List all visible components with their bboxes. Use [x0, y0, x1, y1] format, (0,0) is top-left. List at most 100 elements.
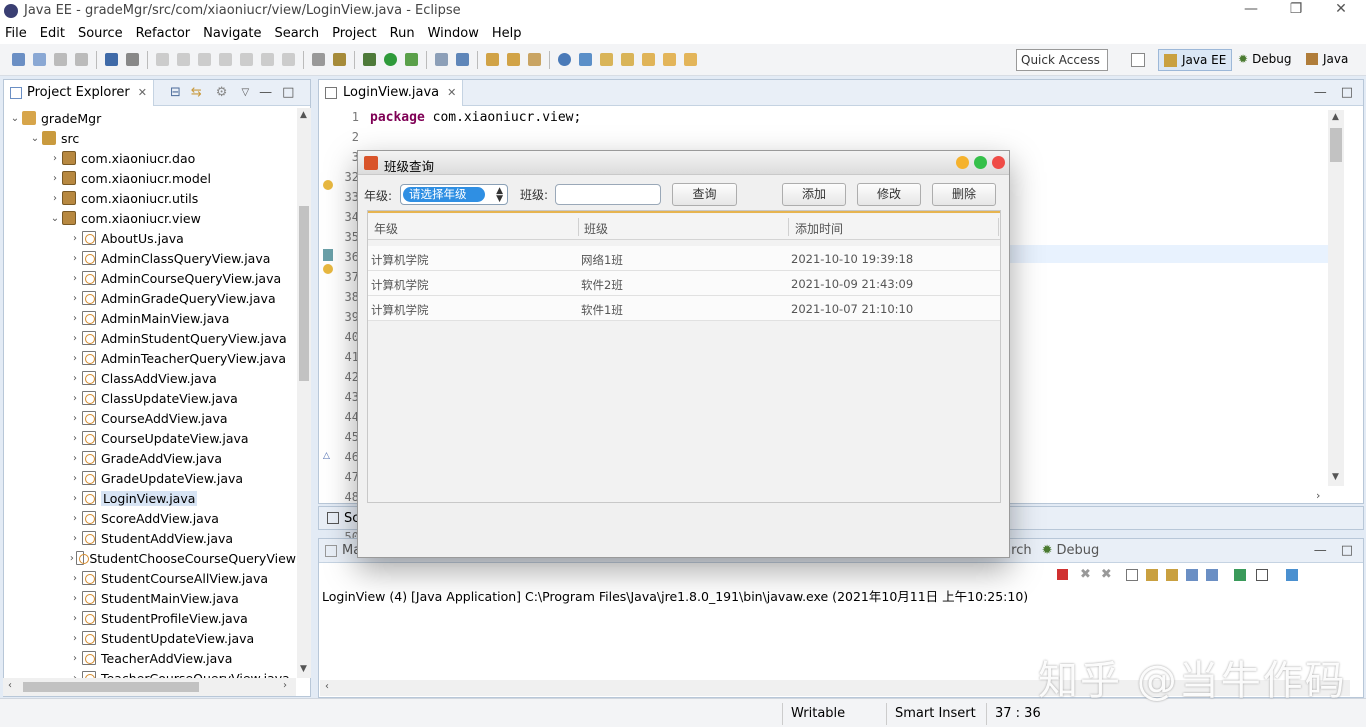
add-button[interactable]: 添加	[782, 183, 846, 206]
scroll-up-icon[interactable]: ▲	[300, 110, 307, 120]
clear-console-icon[interactable]	[1125, 568, 1138, 581]
filter-icon[interactable]: ⚙	[216, 85, 228, 100]
table-row[interactable]: 计算机学院 软件2班 2021-10-09 21:43:09	[368, 271, 1000, 296]
scroll-left-icon[interactable]: ‹	[325, 681, 329, 692]
word-wrap-icon[interactable]	[1165, 568, 1178, 581]
table-row[interactable]: 计算机学院 网络1班 2021-10-10 19:39:18	[368, 246, 1000, 271]
table-row[interactable]: 计算机学院 软件1班 2021-10-07 21:10:10	[368, 296, 1000, 321]
tree-item-file[interactable]: › AboutUs.java	[4, 228, 296, 248]
chevron-right-icon[interactable]: ›	[68, 513, 82, 524]
column-divider[interactable]	[578, 218, 579, 236]
chevron-right-icon[interactable]: ›	[68, 353, 82, 364]
remove-all-icon[interactable]: ✖	[1101, 567, 1112, 582]
debug-icon[interactable]	[363, 53, 376, 66]
menu-navigate[interactable]: Navigate	[203, 26, 261, 41]
menu-project[interactable]: Project	[332, 26, 376, 41]
run-icon[interactable]	[384, 53, 397, 66]
chevron-down-icon[interactable]: ⌄	[48, 213, 62, 224]
chevron-right-icon[interactable]: ›	[68, 453, 82, 464]
tree-item-file[interactable]: › ClassUpdateView.java	[4, 388, 296, 408]
minimize-view-icon[interactable]: —	[1314, 543, 1327, 558]
chevron-right-icon[interactable]: ›	[68, 253, 82, 264]
chevron-right-icon[interactable]: ›	[68, 613, 82, 624]
tree-item-file[interactable]: › LoginView.java	[4, 488, 296, 508]
chevron-right-icon[interactable]: ›	[68, 593, 82, 604]
column-header-grade[interactable]: 年级	[374, 220, 398, 237]
tree-item-file[interactable]: › CourseUpdateView.java	[4, 428, 296, 448]
chevron-down-icon[interactable]: ⌄	[8, 113, 22, 124]
tree-item-file[interactable]: › GradeUpdateView.java	[4, 468, 296, 488]
toggle-block-icon[interactable]	[312, 53, 325, 66]
scroll-lock-icon[interactable]	[1145, 568, 1158, 581]
globe-icon[interactable]	[558, 53, 571, 66]
tab-debug[interactable]: Debug	[1057, 543, 1100, 558]
open-console-icon[interactable]	[1233, 568, 1246, 581]
new-console-icon[interactable]	[1285, 568, 1298, 581]
explorer-vertical-scrollbar[interactable]: ▲ ▼	[297, 108, 311, 678]
last-edit-icon[interactable]	[642, 53, 655, 66]
search-tool-icon[interactable]	[528, 53, 541, 66]
chevron-right-icon[interactable]: ›	[68, 433, 82, 444]
chevron-right-icon[interactable]: ›	[68, 653, 82, 664]
step-return-icon[interactable]	[282, 53, 295, 66]
tree-item-src[interactable]: ⌄ src	[4, 128, 296, 148]
tree-item-file[interactable]: › ScoreAddView.java	[4, 508, 296, 528]
close-tab-icon[interactable]: ✕	[138, 86, 147, 99]
tree-item-file[interactable]: › AdminStudentQueryView.java	[4, 328, 296, 348]
perspective-java-ee[interactable]: Java EE	[1158, 49, 1233, 71]
chevron-right-icon[interactable]: ›	[68, 333, 82, 344]
chevron-down-icon[interactable]: ⌄	[28, 133, 42, 144]
tree-item-file[interactable]: › StudentCourseAllView.java	[4, 568, 296, 588]
tree-item-file[interactable]: › AdminTeacherQueryView.java	[4, 348, 296, 368]
restore-icon[interactable]: ❐	[1281, 1, 1311, 17]
scroll-down-icon[interactable]: ▼	[1332, 472, 1339, 482]
pin-console-icon[interactable]	[1185, 568, 1198, 581]
tree-item-file[interactable]: › AdminClassQueryView.java	[4, 248, 296, 268]
chevron-right-icon[interactable]: ›	[68, 553, 76, 564]
column-header-added-time[interactable]: 添加时间	[795, 220, 843, 237]
tree-item-package[interactable]: › com.xiaoniucr.utils	[4, 188, 296, 208]
chevron-right-icon[interactable]: ›	[68, 273, 82, 284]
new-icon[interactable]	[12, 53, 25, 66]
scroll-thumb[interactable]	[23, 682, 199, 692]
chevron-right-icon[interactable]: ›	[68, 233, 82, 244]
tree-item-file[interactable]: › TeacherAddView.java	[4, 648, 296, 668]
maximize-view-icon[interactable]: □	[1341, 543, 1353, 558]
menu-source[interactable]: Source	[78, 26, 123, 41]
chevron-right-icon[interactable]: ›	[68, 293, 82, 304]
warning-marker-icon[interactable]	[323, 180, 333, 190]
terminate-icon[interactable]	[1057, 569, 1068, 580]
tree-item-package[interactable]: › com.xiaoniucr.dao	[4, 148, 296, 168]
scroll-right-icon[interactable]: ›	[1316, 489, 1320, 502]
tree-item-file[interactable]: › GradeAddView.java	[4, 448, 296, 468]
chevron-right-icon[interactable]: ›	[48, 153, 62, 164]
scroll-thumb[interactable]	[1330, 128, 1342, 162]
console-view-icon[interactable]	[1255, 568, 1268, 581]
explorer-horizontal-scrollbar[interactable]: ‹ ›	[3, 678, 296, 696]
perspective-java[interactable]: Java	[1306, 52, 1348, 66]
override-marker-icon[interactable]: △	[323, 451, 330, 461]
menu-file[interactable]: File	[5, 26, 27, 41]
scroll-down-icon[interactable]: ▼	[300, 664, 307, 674]
tree-item-file[interactable]: › AdminMainView.java	[4, 308, 296, 328]
tree-item-file[interactable]: › StudentAddView.java	[4, 528, 296, 548]
scroll-thumb[interactable]	[299, 206, 309, 381]
link-editor-icon[interactable]: ⇆	[191, 85, 202, 100]
chevron-right-icon[interactable]: ›	[68, 373, 82, 384]
perspective-debug[interactable]: ✹ Debug	[1238, 52, 1292, 66]
tree-item-file[interactable]: › AdminCourseQueryView.java	[4, 268, 296, 288]
new-dropdown-icon[interactable]	[33, 53, 46, 66]
open-type-icon[interactable]	[486, 53, 499, 66]
chevron-right-icon[interactable]: ›	[48, 193, 62, 204]
bookmark-marker-icon[interactable]	[323, 249, 333, 261]
minimize-icon[interactable]: —	[1236, 1, 1266, 17]
dialog-minimize-icon[interactable]	[956, 156, 969, 169]
step-over-icon[interactable]	[261, 53, 274, 66]
dialog-close-icon[interactable]	[992, 156, 1005, 169]
class-name-input[interactable]	[555, 184, 661, 205]
new-server-icon[interactable]	[435, 53, 448, 66]
prev-annotation-icon[interactable]	[621, 53, 634, 66]
mark-icon[interactable]	[333, 53, 346, 66]
menu-window[interactable]: Window	[428, 26, 479, 41]
tree-item-file[interactable]: › StudentChooseCourseQueryView	[4, 548, 296, 568]
